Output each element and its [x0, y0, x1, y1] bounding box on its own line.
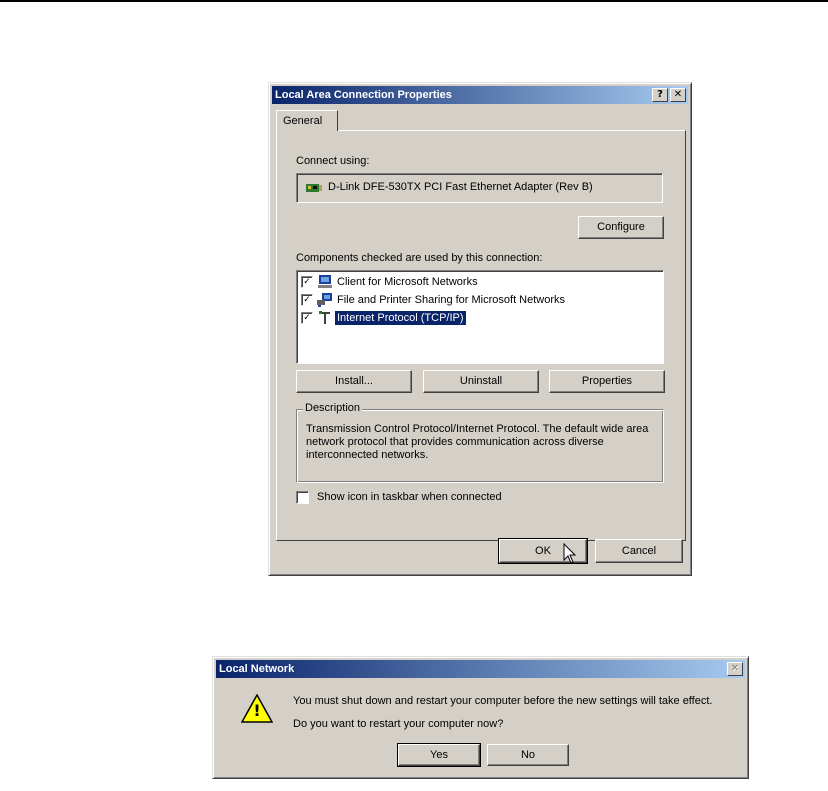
show-icon-checkbox[interactable] — [296, 491, 309, 504]
protocol-icon — [319, 311, 330, 324]
sharing-icon — [317, 293, 332, 307]
adapter-box: D-Link DFE-530TX PCI Fast Ethernet Adapt… — [296, 173, 663, 203]
component-tcpip-label: Internet Protocol (TCP/IP) — [335, 311, 466, 325]
general-tab-panel: Connect using: D-Link DFE-530TX PCI Fast… — [276, 130, 686, 541]
warning-glyph: ! — [253, 701, 261, 720]
mouse-pointer-icon — [563, 543, 577, 564]
tab-general-label: General — [283, 115, 323, 127]
restart-question: Do you want to restart your computer now… — [293, 718, 504, 730]
install-button[interactable]: Install... — [296, 370, 412, 393]
restart-dialog: Local Network ✕ ! You must shut down and… — [212, 656, 749, 779]
restart-title-bar[interactable]: Local Network ✕ — [216, 660, 745, 678]
components-label: Components checked are used by this conn… — [296, 252, 543, 264]
restart-close-button[interactable]: ✕ — [727, 662, 743, 676]
component-tcpip-checkbox[interactable]: ✓ — [301, 312, 313, 324]
component-sharing-label: File and Printer Sharing for Microsoft N… — [337, 294, 566, 306]
show-icon-label: Show icon in taskbar when connected — [317, 491, 502, 503]
page-top-rule — [0, 0, 828, 2]
adapter-name: D-Link DFE-530TX PCI Fast Ethernet Adapt… — [328, 181, 593, 193]
component-client-label: Client for Microsoft Networks — [337, 276, 478, 288]
lan-properties-dialog: Local Area Connection Properties ? ✕ Gen… — [268, 82, 692, 576]
connect-using-label: Connect using: — [296, 155, 370, 167]
cancel-button[interactable]: Cancel — [595, 539, 683, 563]
title-bar[interactable]: Local Area Connection Properties ? ✕ — [272, 86, 688, 104]
uninstall-button[interactable]: Uninstall — [423, 370, 539, 393]
client-icon — [318, 275, 332, 288]
restart-dialog-title: Local Network — [219, 663, 295, 675]
description-text: Transmission Control Protocol/Internet P… — [306, 423, 649, 461]
yes-button[interactable]: Yes — [397, 743, 481, 767]
configure-button[interactable]: Configure — [578, 216, 664, 239]
network-adapter-icon — [306, 184, 322, 192]
description-label: Description — [303, 402, 363, 414]
no-button[interactable]: No — [487, 744, 569, 766]
description-group: Description Transmission Control Protoco… — [296, 402, 664, 483]
component-client-checkbox[interactable]: ✓ — [301, 276, 313, 288]
dialog-title: Local Area Connection Properties — [275, 89, 452, 101]
help-button[interactable]: ? — [652, 88, 668, 102]
component-sharing-checkbox[interactable]: ✓ — [301, 294, 313, 306]
restart-message: You must shut down and restart your comp… — [293, 695, 713, 707]
properties-button[interactable]: Properties — [549, 370, 665, 393]
tab-general[interactable]: General — [276, 110, 338, 131]
components-list[interactable]: ✓ Client for Microsoft Networks ✓ File a… — [296, 270, 664, 364]
close-button[interactable]: ✕ — [670, 88, 686, 102]
